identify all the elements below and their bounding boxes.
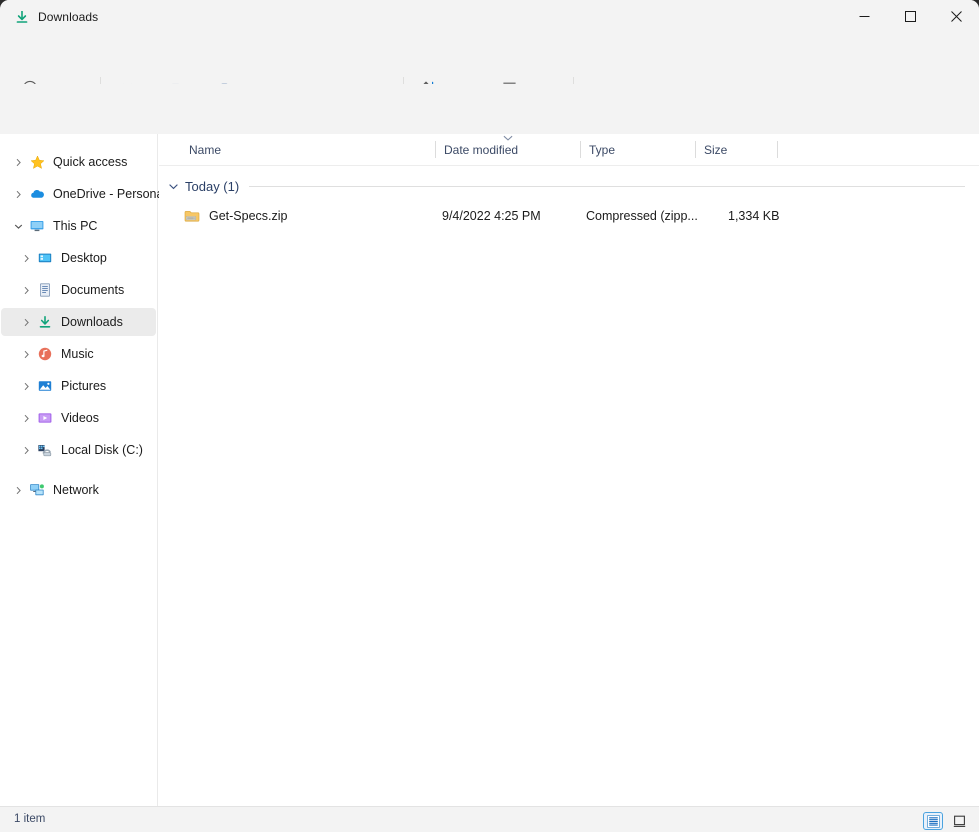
sidebar-item-this-pc[interactable]: This PC (1, 212, 156, 240)
sidebar-item-network[interactable]: Network (1, 476, 156, 504)
title-bar: Downloads (0, 0, 979, 32)
chevron-right-icon[interactable] (15, 350, 37, 359)
details-view-toggle[interactable] (923, 812, 943, 830)
group-header-today[interactable]: Today (1) (159, 172, 979, 201)
monitor-icon (29, 218, 45, 234)
file-explorer-window: Downloads New (0, 0, 979, 832)
chevron-right-icon[interactable] (15, 446, 37, 455)
sidebar-item-videos[interactable]: Videos (1, 404, 156, 432)
column-header-size[interactable]: Size (695, 134, 777, 165)
file-name-cell: Get-Specs.zip (184, 208, 288, 224)
downloads-arrow-icon (14, 9, 30, 25)
sidebar-item-label: Documents (61, 283, 124, 297)
document-icon (37, 282, 53, 298)
sidebar-item-desktop[interactable]: Desktop (1, 244, 156, 272)
sidebar-item-label: Music (61, 347, 94, 361)
minimize-button[interactable] (841, 0, 887, 32)
group-header-rule (249, 186, 965, 187)
table-row[interactable]: Get-Specs.zip 9/4/2022 4:25 PM Compresse… (163, 203, 975, 228)
navigation-pane: Quick access OneDrive - Personal (0, 134, 158, 806)
sidebar-item-label: Quick access (53, 155, 127, 169)
status-bar: 1 item (0, 806, 979, 832)
column-header-name[interactable]: Name (189, 134, 435, 165)
sidebar-item-documents[interactable]: Documents (1, 276, 156, 304)
chevron-down-icon[interactable] (7, 222, 29, 231)
column-divider[interactable] (695, 141, 696, 158)
star-icon (29, 154, 45, 170)
chevron-right-icon[interactable] (7, 486, 29, 495)
chevron-down-icon[interactable] (168, 181, 179, 192)
sort-descending-icon (501, 134, 514, 142)
address-row: This PC Downloads (0, 84, 979, 134)
window-tab-downloads[interactable]: Downloads (6, 3, 108, 31)
pictures-icon (37, 378, 53, 394)
sidebar-item-label: Pictures (61, 379, 106, 393)
harddisk-icon (37, 442, 53, 458)
column-divider[interactable] (580, 141, 581, 158)
zip-folder-icon (184, 208, 200, 224)
large-icons-view-toggle[interactable] (949, 812, 969, 830)
sidebar-item-pictures[interactable]: Pictures (1, 372, 156, 400)
main-content: Quick access OneDrive - Personal (0, 134, 979, 806)
sidebar-item-label: Network (53, 483, 99, 497)
column-header-end (777, 134, 778, 165)
chevron-right-icon[interactable] (7, 158, 29, 167)
sidebar-item-local-disk-c[interactable]: Local Disk (C:) (1, 436, 156, 464)
maximize-button[interactable] (887, 0, 933, 32)
chevron-right-icon[interactable] (15, 254, 37, 263)
command-bar: New (0, 32, 979, 84)
chevron-right-icon[interactable] (15, 286, 37, 295)
column-header-type[interactable]: Type (580, 134, 695, 165)
sidebar-item-label: Desktop (61, 251, 107, 265)
sidebar-item-downloads[interactable]: Downloads (1, 308, 156, 336)
file-date-cell: 9/4/2022 4:25 PM (442, 209, 541, 223)
column-divider[interactable] (435, 141, 436, 158)
sidebar-item-onedrive[interactable]: OneDrive - Personal (1, 180, 156, 208)
chevron-right-icon[interactable] (15, 414, 37, 423)
chevron-right-icon[interactable] (15, 318, 37, 327)
sidebar-item-label: This PC (53, 219, 97, 233)
sidebar-item-label: OneDrive - Personal (53, 187, 166, 201)
desktop-icon (37, 250, 53, 266)
sidebar-item-quick-access[interactable]: Quick access (1, 148, 156, 176)
file-list-pane: Name Date modified Type Size (159, 134, 979, 806)
chevron-right-icon[interactable] (15, 382, 37, 391)
chevron-right-icon[interactable] (7, 190, 29, 199)
music-icon (37, 346, 53, 362)
sidebar-item-label: Local Disk (C:) (61, 443, 143, 457)
network-icon (29, 482, 45, 498)
file-size-cell: 1,334 KB (728, 209, 779, 223)
item-count-label: 1 item (14, 813, 45, 825)
group-header-label: Today (1) (185, 179, 239, 194)
column-header-date-modified[interactable]: Date modified (435, 134, 580, 165)
column-divider[interactable] (777, 141, 778, 158)
window-title: Downloads (38, 10, 98, 24)
sidebar-item-label: Videos (61, 411, 99, 425)
sidebar-item-label: Downloads (61, 315, 123, 329)
sidebar-item-music[interactable]: Music (1, 340, 156, 368)
downloads-icon (37, 314, 53, 330)
videos-icon (37, 410, 53, 426)
close-button[interactable] (933, 0, 979, 32)
file-type-cell: Compressed (zipp... (586, 209, 698, 223)
column-headers: Name Date modified Type Size (159, 134, 979, 166)
cloud-icon (29, 186, 45, 202)
